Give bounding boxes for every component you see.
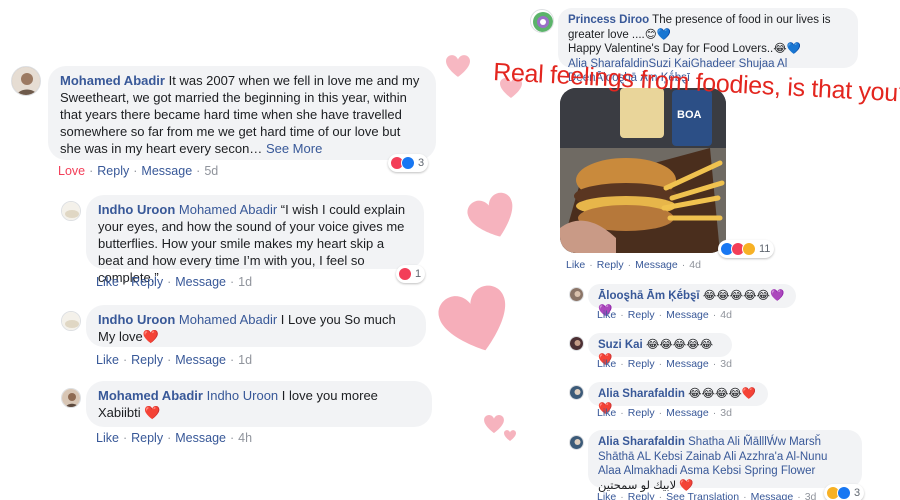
like-button[interactable]: Like: [96, 353, 119, 367]
like-reaction-icon: [401, 156, 415, 170]
reply-button[interactable]: Reply: [131, 275, 163, 289]
avatar[interactable]: [11, 66, 41, 96]
heart-decoration-icon: [484, 415, 504, 433]
heart-decoration-icon: [467, 192, 513, 237]
reply-author[interactable]: Suzi Kai: [598, 339, 643, 351]
burger-photo[interactable]: BOA: [560, 88, 726, 253]
comment-author[interactable]: Princess Diroo: [568, 14, 649, 26]
timestamp[interactable]: 1d: [238, 353, 252, 367]
timestamp[interactable]: 3d: [720, 358, 732, 370]
avatar[interactable]: [61, 388, 81, 408]
comment-actions: Like · Reply · Message · 4d: [566, 259, 701, 271]
message-button[interactable]: Message: [175, 431, 226, 445]
message-button[interactable]: Message: [175, 353, 226, 367]
reply-author[interactable]: Ālooȿhā Ām Ķḗbȿī: [598, 290, 700, 302]
reply-author[interactable]: Alia Sharafaldin: [598, 388, 685, 400]
message-button[interactable]: Message: [666, 358, 709, 370]
reply-mention[interactable]: Mohamed Abadir: [179, 312, 277, 327]
reply-button[interactable]: Reply: [628, 358, 655, 370]
comment-author[interactable]: Mohamed Abadir: [60, 73, 165, 88]
reply-author[interactable]: Indho Uroon: [98, 312, 175, 327]
reply-actions: Like · Reply · Message · 3d: [597, 407, 732, 419]
avatar[interactable]: [61, 201, 81, 221]
timestamp[interactable]: 4h: [238, 431, 252, 445]
reply-bubble: Alia Sharafaldin 😂😂😂😂❤️❤️: [588, 382, 768, 415]
reply-button[interactable]: Reply: [97, 164, 129, 178]
timestamp[interactable]: 3d: [805, 491, 817, 500]
reply-bubble: Alia Sharafaldin Shatha Ali M̃ālllẂw Mar…: [588, 430, 862, 492]
like-button[interactable]: Like: [597, 491, 616, 500]
svg-text:BOA: BOA: [677, 109, 702, 121]
reaction-summary[interactable]: 11: [718, 240, 775, 258]
like-button[interactable]: Like: [96, 431, 119, 445]
comment-actions: Love · Reply · Message · 5d: [58, 164, 219, 178]
reaction-count: 3: [418, 157, 425, 169]
reply-bubble: Indho Uroon Mohamed Abadir “I wish I cou…: [86, 195, 424, 285]
message-button[interactable]: Message: [635, 259, 678, 271]
message-button[interactable]: Message: [666, 309, 709, 321]
avatar[interactable]: [569, 336, 584, 351]
reaction-count: 3: [854, 487, 861, 499]
message-button[interactable]: Message: [141, 164, 192, 178]
timestamp[interactable]: 1d: [238, 275, 252, 289]
reply-actions: Like · Reply · Message · 1d: [96, 275, 253, 289]
reply-actions: Like · Reply · See Translation · Message · 3d: [597, 491, 816, 500]
love-reaction-icon: [398, 267, 412, 281]
reaction-count: 11: [759, 243, 771, 255]
message-button[interactable]: Message: [751, 491, 794, 500]
message-button[interactable]: Message: [175, 275, 226, 289]
heart-decoration-icon: [504, 430, 516, 441]
reply-author[interactable]: Alia Sharafaldin: [598, 436, 685, 448]
reply-mention[interactable]: Indho Uroon: [207, 388, 279, 403]
timestamp[interactable]: 5d: [204, 164, 218, 178]
reply-mention[interactable]: Mohamed Abadir: [179, 202, 277, 217]
comment-bubble: Princess Diroo The presence of food in o…: [558, 8, 858, 84]
avatar[interactable]: [569, 287, 584, 302]
reaction-summary[interactable]: 3: [824, 484, 865, 500]
avatar[interactable]: [569, 435, 584, 450]
reply-author[interactable]: Mohamed Abadir: [98, 388, 203, 403]
comment-text-line: Happy Valentine's Day for Food Lovers..😂…: [568, 43, 802, 55]
avatar[interactable]: [569, 385, 584, 400]
love-button[interactable]: Love: [58, 164, 85, 178]
reply-text: لابيك لو سمحتين ❤️: [598, 479, 694, 492]
reply-button[interactable]: Reply: [131, 431, 163, 445]
reply-button[interactable]: Reply: [628, 491, 655, 500]
reply-bubble: Ālooȿhā Ām Ķḗbȿī 😂😂😂😂😂💜💜: [588, 284, 796, 317]
reply-actions: Like · Reply · Message · 3d: [597, 358, 732, 370]
like-button[interactable]: Like: [597, 358, 616, 370]
reaction-summary[interactable]: 1: [396, 265, 426, 283]
see-translation-link[interactable]: See Translation: [666, 491, 739, 500]
see-more-link[interactable]: See More: [266, 141, 322, 156]
like-button[interactable]: Like: [597, 407, 616, 419]
avatar[interactable]: [530, 9, 554, 33]
reply-author[interactable]: Indho Uroon: [98, 202, 175, 217]
heart-decoration-icon: [446, 55, 470, 77]
reply-button[interactable]: Reply: [597, 259, 624, 271]
like-reaction-icon: [837, 486, 851, 500]
message-button[interactable]: Message: [666, 407, 709, 419]
like-button[interactable]: Like: [597, 309, 616, 321]
reaction-summary[interactable]: 3: [388, 154, 429, 172]
avatar[interactable]: [61, 311, 81, 331]
timestamp[interactable]: 3d: [720, 407, 732, 419]
like-button[interactable]: Like: [566, 259, 585, 271]
reply-bubble: Indho Uroon Mohamed Abadir I Love you So…: [86, 305, 426, 347]
haha-reaction-icon: [742, 242, 756, 256]
reply-actions: Like · Reply · Message · 4h: [96, 431, 253, 445]
reply-actions: Like · Reply · Message · 4d: [597, 309, 732, 321]
comment-bubble: Mohamed Abadir It was 2007 when we fell …: [48, 66, 436, 160]
like-button[interactable]: Like: [96, 275, 119, 289]
reaction-count: 1: [415, 268, 422, 280]
reply-bubble: Mohamed Abadir Indho Uroon I love you mo…: [86, 381, 432, 427]
timestamp[interactable]: 4d: [689, 259, 701, 271]
reply-button[interactable]: Reply: [628, 407, 655, 419]
reply-bubble: Suzi Kai 😂😂😂😂😂❤️: [588, 333, 732, 366]
heart-decoration-icon: [438, 285, 506, 351]
reply-button[interactable]: Reply: [131, 353, 163, 367]
reply-actions: Like · Reply · Message · 1d: [96, 353, 253, 367]
timestamp[interactable]: 4d: [720, 309, 732, 321]
reply-button[interactable]: Reply: [628, 309, 655, 321]
